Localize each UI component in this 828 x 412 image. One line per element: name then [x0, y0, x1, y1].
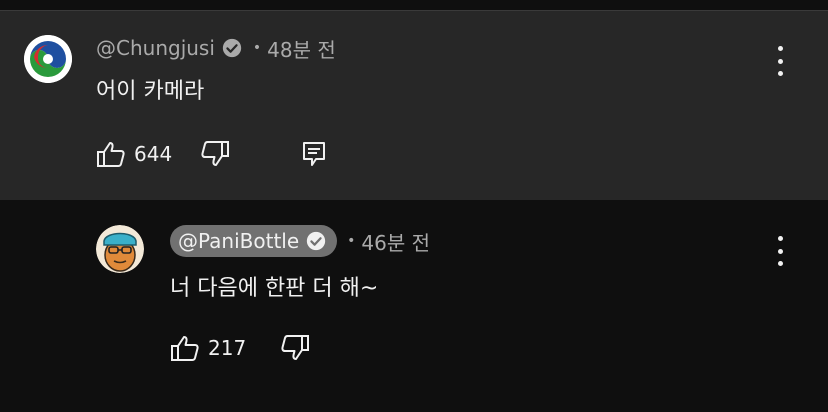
comment-meta: @Chungjusi • 48분 전: [96, 34, 336, 63]
like-count: 644: [134, 142, 173, 166]
thumbs-down-icon: [281, 335, 310, 360]
like-count: 217: [208, 336, 247, 360]
city-logo-icon: [24, 35, 72, 83]
reply-avatar[interactable]: [96, 225, 144, 273]
dislike-button[interactable]: [200, 140, 230, 168]
reply-actions: 217: [170, 333, 310, 363]
verified-badge-icon: [222, 38, 242, 58]
thumbs-up-icon: [97, 142, 125, 167]
reply-author-handle: @PaniBottle: [178, 229, 300, 253]
reply-text: 너 다음에 한판 더 해~: [170, 276, 379, 301]
reply-thread: @PaniBottle • 46분 전 너 다음에 한판 더 해~ 217: [0, 200, 828, 412]
cartoon-face-avatar-icon: [96, 225, 144, 273]
like-button[interactable]: [96, 140, 126, 168]
separator-dot: •: [347, 233, 356, 249]
verified-badge-icon: [306, 231, 326, 251]
comment-timestamp[interactable]: 48분 전: [267, 34, 336, 63]
comment-avatar[interactable]: [24, 35, 72, 83]
reply-comment-icon: [303, 142, 326, 166]
thumbs-up-icon: [171, 336, 199, 361]
comment-more-actions-icon[interactable]: [775, 46, 785, 76]
reply-meta: @PaniBottle • 46분 전: [170, 225, 430, 257]
comment-text: 어이 카메라: [96, 79, 205, 104]
comment-thread: @Chungjusi • 48분 전 어이 카메라 644: [0, 11, 828, 200]
reply-timestamp[interactable]: 46분 전: [361, 227, 430, 256]
top-divider: [0, 0, 828, 11]
dislike-button[interactable]: [280, 334, 310, 362]
comment-author-handle[interactable]: @Chungjusi: [96, 36, 215, 60]
comment-actions: 644: [96, 139, 326, 169]
reply-button[interactable]: [302, 141, 326, 167]
like-button[interactable]: [170, 334, 200, 362]
creator-handle-chip[interactable]: @PaniBottle: [170, 225, 338, 257]
thumbs-down-icon: [201, 141, 230, 166]
separator-dot: •: [252, 40, 262, 56]
reply-more-actions-icon[interactable]: [775, 236, 785, 266]
